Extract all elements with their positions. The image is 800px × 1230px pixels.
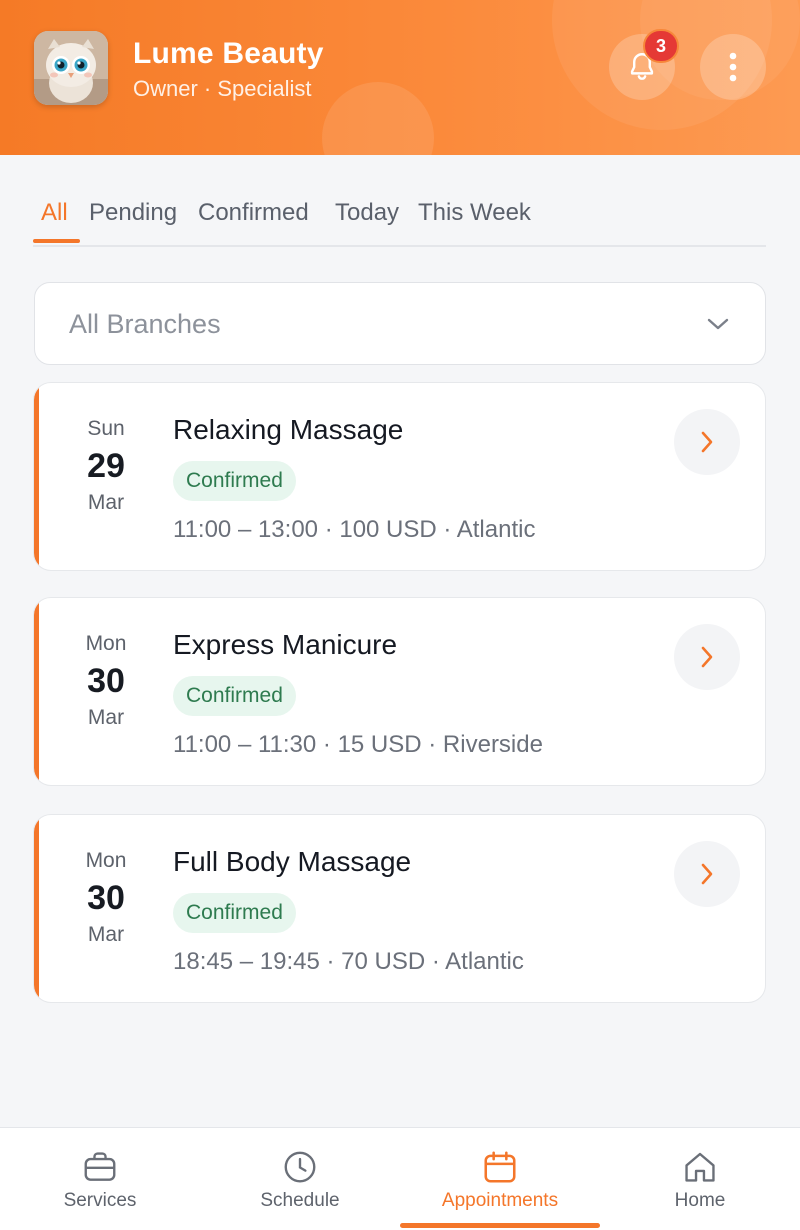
appointment-details: 11:00 – 13:00 · 100 USD · Atlantic xyxy=(173,516,536,543)
clock-icon xyxy=(284,1151,316,1183)
app-header: Lume Beauty Owner · Specialist 3 xyxy=(0,0,800,155)
avatar[interactable] xyxy=(34,31,108,105)
service-name: Relaxing Massage xyxy=(173,414,404,445)
appointment-month: Mar xyxy=(87,706,125,729)
user-role: Owner · Specialist xyxy=(133,76,312,101)
appointment-details: 18:45 – 19:45 · 70 USD · Atlantic xyxy=(173,948,524,975)
card-accent-bar xyxy=(34,815,39,1002)
appointment-filter-tabs: All Pending Confirmed Today This Week xyxy=(33,195,766,247)
service-name: Full Body Massage xyxy=(173,846,412,877)
chevron-down-icon xyxy=(707,318,729,330)
bottom-navigation: Services Schedule Appointments Home xyxy=(0,1127,800,1230)
appointment-card[interactable]: Mon 30 Mar Express Manicure Confirmed 11… xyxy=(33,597,766,786)
appointment-weekday: Mon xyxy=(85,632,127,655)
chevron-right-icon xyxy=(701,863,713,885)
nav-home-label: Home xyxy=(674,1190,726,1211)
appointment-month: Mar xyxy=(87,923,125,946)
card-accent-bar xyxy=(34,598,39,785)
card-accent-bar xyxy=(34,383,39,570)
appointment-month: Mar xyxy=(87,491,125,514)
nav-appointments-label: Appointments xyxy=(441,1190,559,1211)
active-nav-indicator xyxy=(400,1223,600,1228)
branch-select[interactable]: All Branches xyxy=(34,282,766,365)
appointment-day: 30 xyxy=(87,879,125,917)
service-name: Express Manicure xyxy=(173,629,398,660)
business-name: Lume Beauty xyxy=(133,37,324,70)
nav-services[interactable]: Services xyxy=(0,1128,200,1228)
open-appointment-button[interactable] xyxy=(674,841,740,907)
appointment-card[interactable]: Mon 30 Mar Full Body Massage Confirmed 1… xyxy=(33,814,766,1003)
status-badge: Confirmed xyxy=(173,461,296,501)
appointment-day: 30 xyxy=(87,662,125,700)
status-badge: Confirmed xyxy=(173,676,296,716)
notification-badge: 3 xyxy=(643,29,679,63)
branch-select-value: All Branches xyxy=(69,309,221,339)
nav-schedule[interactable]: Schedule xyxy=(200,1128,400,1228)
appointment-weekday: Sun xyxy=(87,417,125,440)
open-appointment-button[interactable] xyxy=(674,624,740,690)
nav-services-label: Services xyxy=(63,1190,137,1211)
chevron-right-icon xyxy=(701,431,713,453)
appointment-day: 29 xyxy=(87,447,125,485)
calendar-icon xyxy=(484,1151,516,1183)
active-tab-indicator xyxy=(33,239,80,243)
owl-avatar-image xyxy=(34,31,108,105)
tab-today[interactable]: Today xyxy=(335,199,399,245)
header-decoration xyxy=(322,82,434,155)
nav-appointments[interactable]: Appointments xyxy=(400,1128,600,1228)
chevron-right-icon xyxy=(701,646,713,668)
status-badge: Confirmed xyxy=(173,893,296,933)
appointment-details: 11:00 – 11:30 · 15 USD · Riverside xyxy=(173,731,543,758)
appointment-weekday: Mon xyxy=(85,849,127,872)
appointment-card[interactable]: Sun 29 Mar Relaxing Massage Confirmed 11… xyxy=(33,382,766,571)
briefcase-icon xyxy=(84,1152,116,1181)
tab-this-week[interactable]: This Week xyxy=(418,199,531,245)
open-appointment-button[interactable] xyxy=(674,409,740,475)
nav-home[interactable]: Home xyxy=(600,1128,800,1228)
tab-pending[interactable]: Pending xyxy=(89,199,177,245)
nav-schedule-label: Schedule xyxy=(260,1190,340,1211)
tab-confirmed[interactable]: Confirmed xyxy=(198,199,309,245)
more-vertical-icon xyxy=(729,52,737,82)
home-icon xyxy=(685,1152,715,1182)
more-options-button[interactable] xyxy=(700,34,766,100)
